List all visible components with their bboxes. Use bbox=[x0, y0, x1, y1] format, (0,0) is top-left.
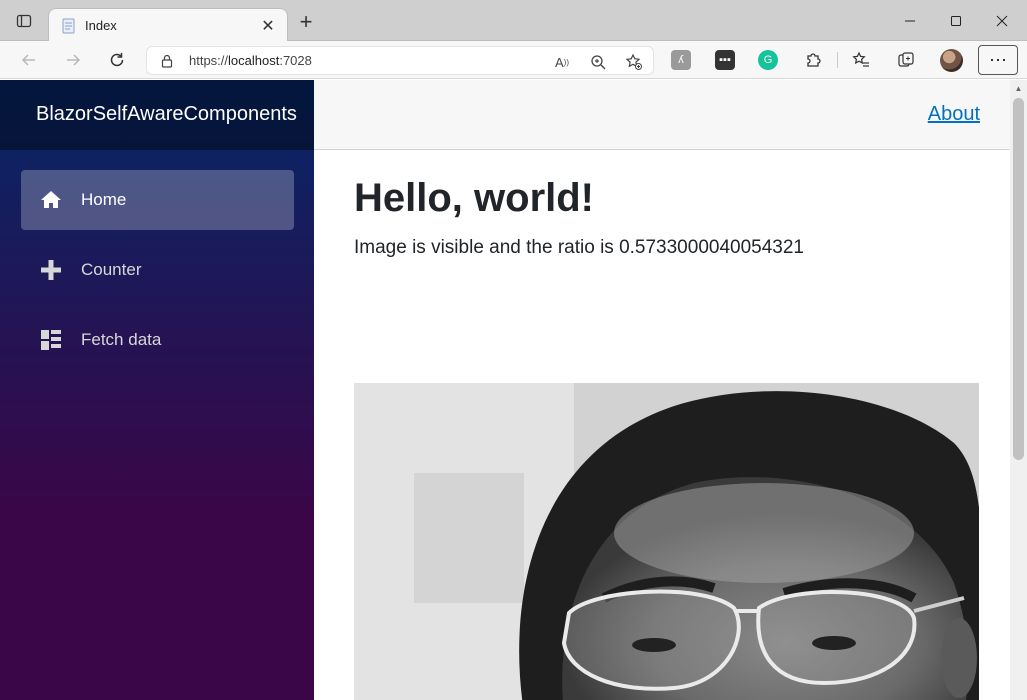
url-text: https://localhost:7028 bbox=[189, 53, 312, 68]
collections-icon[interactable] bbox=[891, 46, 921, 74]
close-tab-icon[interactable]: ✕ bbox=[257, 15, 279, 37]
scroll-up-arrow-icon[interactable]: ▲ bbox=[1013, 84, 1024, 94]
about-link[interactable]: About bbox=[928, 103, 980, 126]
forward-arrow-icon[interactable] bbox=[58, 46, 88, 74]
visibility-ratio-text: Image is visible and the ratio is 0.5733… bbox=[354, 237, 804, 258]
grammarly-icon[interactable]: G bbox=[758, 50, 778, 70]
browser-titlebar: Index ✕ + bbox=[0, 0, 1027, 41]
sidebar: BlazorSelfAwareComponents Home Counter F… bbox=[0, 80, 314, 700]
page-viewport: BlazorSelfAwareComponents Home Counter F… bbox=[0, 80, 1027, 700]
zoom-icon[interactable] bbox=[587, 51, 609, 73]
read-aloud-icon[interactable]: A)) bbox=[551, 51, 573, 73]
close-window-icon[interactable] bbox=[979, 6, 1025, 36]
nav-item-counter[interactable]: Counter bbox=[21, 240, 294, 300]
top-row: About bbox=[314, 80, 1010, 150]
refresh-icon[interactable] bbox=[102, 46, 132, 74]
browser-toolbar: https://localhost:7028 A)) ʎ ▪▪▪ G ⋯ bbox=[0, 41, 1027, 79]
nav-label-counter: Counter bbox=[81, 260, 142, 279]
nav-item-home[interactable]: Home bbox=[21, 170, 294, 230]
vertical-scrollbar[interactable]: ▲ bbox=[1010, 80, 1027, 700]
page-heading: Hello, world! bbox=[354, 176, 594, 220]
toolbar-separator bbox=[837, 52, 838, 68]
brand-link[interactable]: BlazorSelfAwareComponents bbox=[36, 103, 297, 126]
profile-avatar[interactable] bbox=[940, 49, 963, 72]
url-host: localhost bbox=[228, 53, 280, 68]
extension-1-icon[interactable]: ʎ bbox=[671, 50, 691, 70]
nav-item-fetch-data[interactable]: Fetch data bbox=[21, 310, 294, 370]
more-options-icon[interactable]: ⋯ bbox=[978, 45, 1018, 75]
browser-tab[interactable]: Index ✕ bbox=[48, 8, 288, 41]
list-icon bbox=[39, 328, 63, 352]
tab-actions-icon[interactable] bbox=[8, 9, 40, 33]
scroll-thumb[interactable] bbox=[1013, 98, 1024, 460]
favorites-icon[interactable] bbox=[846, 46, 876, 74]
nav-label-home: Home bbox=[81, 190, 127, 209]
add-favorite-icon[interactable] bbox=[623, 51, 645, 73]
back-arrow-icon[interactable] bbox=[14, 46, 44, 74]
main-content: Hello, world! Image is visible and the r… bbox=[314, 150, 1010, 700]
url-scheme: https:// bbox=[189, 53, 229, 68]
new-tab-icon[interactable]: + bbox=[294, 9, 318, 34]
extensions-puzzle-icon[interactable] bbox=[798, 46, 828, 74]
minimize-icon[interactable] bbox=[887, 6, 933, 36]
brand-bar: BlazorSelfAwareComponents bbox=[0, 80, 314, 150]
address-bar[interactable]: https://localhost:7028 A)) bbox=[146, 46, 654, 75]
portrait-image bbox=[354, 383, 979, 700]
home-icon bbox=[39, 188, 63, 212]
extension-2-icon[interactable]: ▪▪▪ bbox=[715, 50, 735, 70]
nav-label-fetch-data: Fetch data bbox=[81, 330, 162, 349]
page-favicon-icon bbox=[61, 18, 77, 34]
lock-icon[interactable] bbox=[159, 53, 175, 69]
maximize-icon[interactable] bbox=[933, 6, 979, 36]
url-port: :7028 bbox=[279, 53, 312, 68]
tab-title: Index bbox=[85, 18, 117, 33]
plus-icon bbox=[39, 258, 63, 282]
